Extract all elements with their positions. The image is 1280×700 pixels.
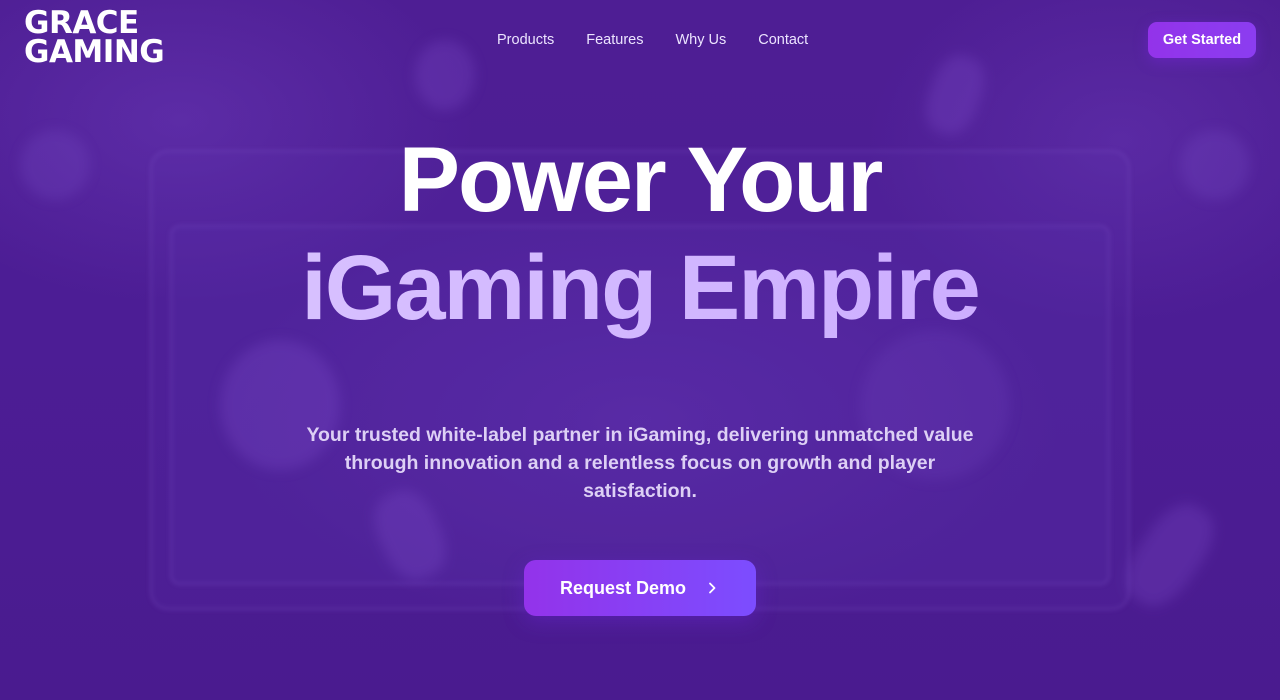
hero-subtitle: Your trusted white-label partner in iGam… xyxy=(306,424,974,502)
logo-line-2: GAMING xyxy=(24,34,165,70)
logo[interactable]: GRACE GAMING xyxy=(24,8,165,70)
nav-item-why-us[interactable]: Why Us xyxy=(675,30,726,50)
hero-title-line-1: Power Your xyxy=(398,129,884,231)
nav-item-features[interactable]: Features xyxy=(586,30,643,50)
main-nav: Products Features Why Us Contact xyxy=(497,30,808,50)
background-decoration xyxy=(1113,492,1227,618)
request-demo-button[interactable]: Request Demo xyxy=(524,560,756,616)
request-demo-label: Request Demo xyxy=(559,577,687,598)
nav-item-products[interactable]: Products xyxy=(497,30,554,50)
hero-title-line-2: iGaming Empire xyxy=(0,236,1280,340)
chevron-right-icon xyxy=(709,582,716,594)
get-started-button[interactable]: Get Started xyxy=(1148,22,1256,58)
site-header: GRACE GAMING Products Features Why Us Co… xyxy=(0,0,1280,80)
nav-item-contact[interactable]: Contact xyxy=(758,30,808,50)
